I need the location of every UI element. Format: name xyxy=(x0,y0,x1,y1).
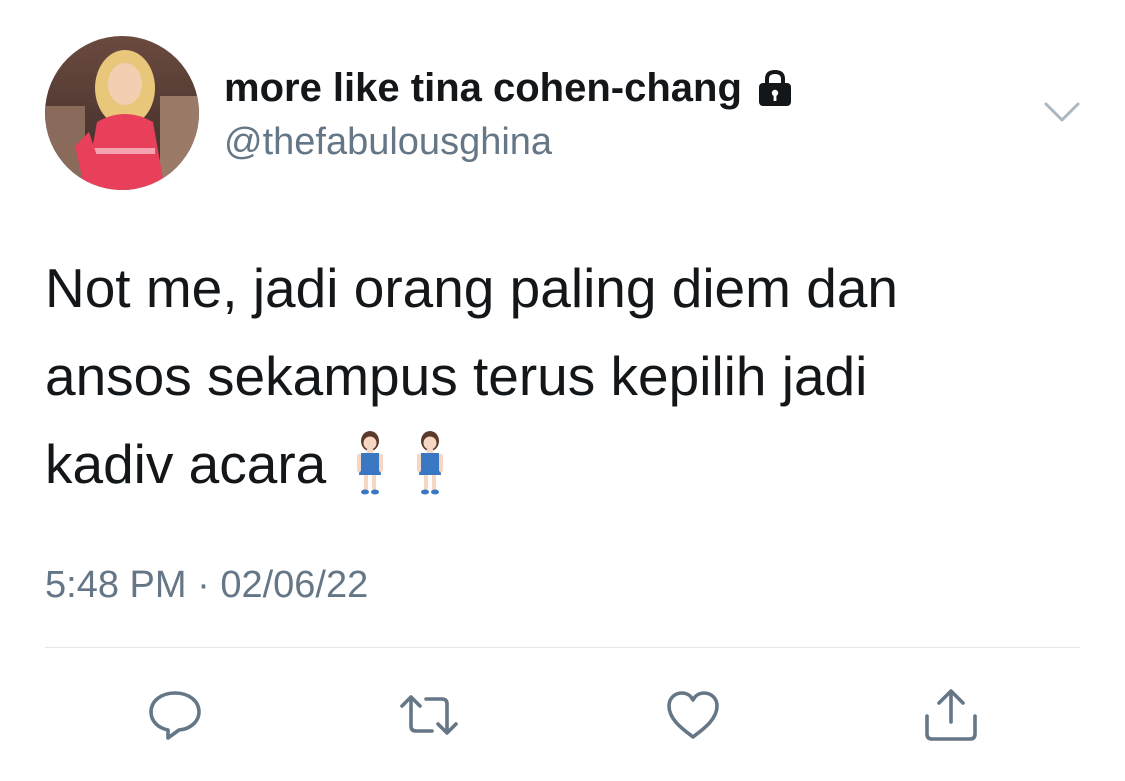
divider xyxy=(45,647,1080,648)
tweet-line-2: ansos sekampus terus kepilih jadi xyxy=(45,345,868,407)
retweet-icon xyxy=(398,691,460,739)
share-icon xyxy=(921,686,981,744)
tweet-timestamp[interactable]: 5:48 PM · 02/06/22 xyxy=(45,562,368,608)
like-button[interactable] xyxy=(662,684,724,746)
reply-button[interactable] xyxy=(144,684,206,746)
speech-bubble-icon xyxy=(146,687,204,743)
display-name-text: more like tina cohen-chang xyxy=(224,66,742,110)
tweet-date: 02/06/22 xyxy=(220,564,369,606)
retweet-button[interactable] xyxy=(398,684,460,746)
tweet-line-3: kadiv acara xyxy=(45,433,327,495)
tweet-time: 5:48 PM xyxy=(45,564,187,606)
tweet-card: more like tina cohen-chang @thefabulousg… xyxy=(0,0,1125,781)
display-name[interactable]: more like tina cohen-chang xyxy=(224,64,794,112)
woman-standing-emoji xyxy=(354,431,386,495)
lock-icon xyxy=(756,68,794,108)
tweet-line-1: Not me, jadi orang paling diem dan xyxy=(45,257,899,319)
woman-standing-emoji xyxy=(414,431,446,495)
chevron-down-icon[interactable] xyxy=(1043,100,1081,124)
share-button[interactable] xyxy=(920,684,982,746)
user-handle[interactable]: @thefabulousghina xyxy=(224,119,552,165)
timestamp-separator: · xyxy=(197,564,210,606)
heart-icon xyxy=(664,688,722,742)
avatar[interactable] xyxy=(45,36,199,190)
tweet-text: Not me, jadi orang paling diem dan ansos… xyxy=(45,244,1085,508)
